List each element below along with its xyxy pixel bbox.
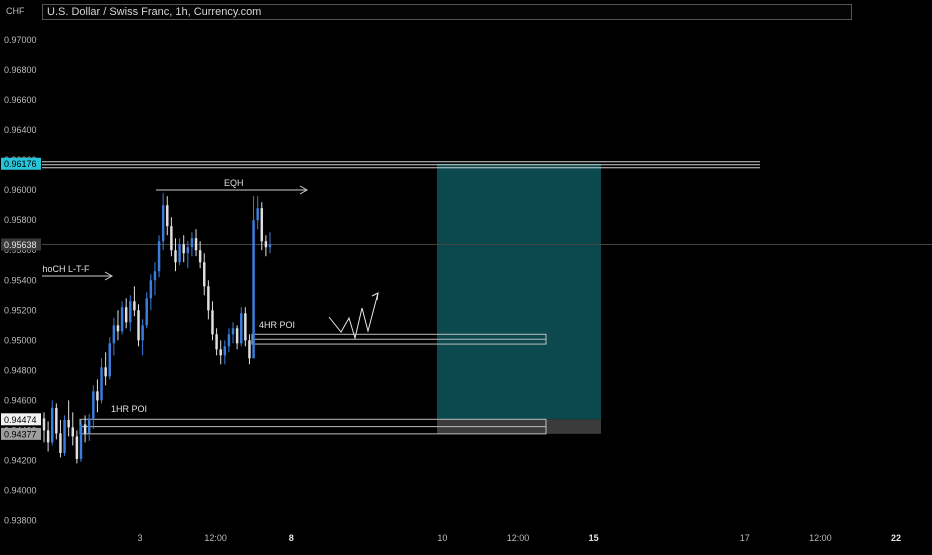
candle <box>71 427 74 437</box>
y-tick-label: 0.95200 <box>4 305 37 315</box>
x-tick-label: 12:00 <box>204 533 227 543</box>
candle <box>256 208 259 221</box>
x-tick-label: 15 <box>589 533 599 543</box>
chart-title: U.S. Dollar / Swiss Franc, 1h, Currency.… <box>47 6 262 18</box>
choch-label: ChoCH L-T-F <box>36 264 90 274</box>
candle <box>223 346 227 356</box>
y-tick-label: 0.93800 <box>4 515 37 525</box>
price-tag-label: 0.94474 <box>4 415 37 425</box>
candle <box>211 310 214 335</box>
candle <box>50 407 54 443</box>
candle <box>129 301 132 323</box>
candle <box>149 280 153 299</box>
candle <box>227 334 231 347</box>
poi-4hr-label: 4HR POI <box>259 320 295 330</box>
candle <box>240 313 243 344</box>
candle <box>235 328 239 344</box>
candle <box>83 424 87 434</box>
projection-path <box>328 292 379 340</box>
candle <box>124 307 128 323</box>
candle <box>215 334 218 350</box>
candle <box>55 407 58 434</box>
currency-unit-label: CHF <box>6 6 25 16</box>
candle <box>87 418 91 434</box>
price-tag-label: 0.94377 <box>4 429 37 439</box>
y-tick-label: 0.96400 <box>4 125 37 135</box>
candle <box>79 424 83 459</box>
candle <box>186 247 190 254</box>
candle <box>178 244 181 263</box>
candle <box>268 244 272 248</box>
candle <box>161 205 165 242</box>
candle <box>46 430 50 443</box>
candle <box>248 340 251 359</box>
y-tick-label: 0.96800 <box>4 65 37 75</box>
candle <box>190 238 194 248</box>
candle <box>133 301 136 311</box>
projection-arrowhead <box>371 292 379 301</box>
symbol-title-bar[interactable]: U.S. Dollar / Swiss Franc, 1h, Currency.… <box>42 4 852 20</box>
candle <box>67 419 70 428</box>
candle <box>137 310 140 341</box>
candle <box>112 325 116 344</box>
candle <box>116 325 120 332</box>
x-tick-label: 3 <box>137 533 142 543</box>
candle <box>145 298 148 326</box>
eqh-label: EQH <box>224 178 244 188</box>
y-tick-label: 0.95800 <box>4 215 37 225</box>
candle <box>63 419 66 453</box>
x-tick-label: 8 <box>289 533 294 543</box>
candle <box>42 418 46 431</box>
x-tick-label: 17 <box>740 533 750 543</box>
candle <box>252 220 255 359</box>
x-tick-label: 12:00 <box>809 533 832 543</box>
candle <box>104 367 107 377</box>
candle <box>141 325 144 341</box>
candle <box>92 391 95 419</box>
y-tick-label: 0.95000 <box>4 335 37 345</box>
candle <box>170 226 173 251</box>
candle <box>59 433 62 453</box>
candle <box>182 244 185 254</box>
candle <box>108 343 111 377</box>
candle <box>157 241 161 272</box>
y-tick-label: 0.96000 <box>4 185 37 195</box>
chart-area[interactable]: EQH ChoCH L-T-F 4HR POI 1HR POI 0.97000 0.968… <box>0 0 932 550</box>
y-tick-label: 0.94000 <box>4 485 37 495</box>
candle <box>219 349 222 356</box>
x-tick-label: 12:00 <box>507 533 530 543</box>
candle <box>231 328 235 335</box>
price-tag-label: 0.96176 <box>4 159 37 169</box>
candle <box>198 250 202 263</box>
candle <box>100 367 103 401</box>
price-tag-label: 0.95638 <box>4 240 37 250</box>
candle <box>96 391 99 401</box>
candle <box>260 208 264 242</box>
y-tick-label: 0.94200 <box>4 455 37 465</box>
y-tick-label: 0.95400 <box>4 275 37 285</box>
y-tick-label: 0.97000 <box>4 35 37 45</box>
candle <box>166 205 169 227</box>
candle <box>174 250 177 263</box>
candle <box>120 307 124 332</box>
target-zone <box>437 163 601 420</box>
x-tick-label: 22 <box>891 533 901 543</box>
candle <box>207 286 210 311</box>
y-tick-label: 0.94600 <box>4 395 37 405</box>
x-tick-label: 10 <box>437 533 447 543</box>
y-tick-label: 0.94800 <box>4 365 37 375</box>
candle <box>153 271 157 281</box>
candle <box>203 262 206 287</box>
candle <box>244 313 247 341</box>
poi-1hr-label: 1HR POI <box>111 404 147 414</box>
candle <box>264 241 268 248</box>
candle <box>194 238 198 251</box>
price-chart[interactable]: EQH ChoCH L-T-F 4HR POI 1HR POI 0.97000 0.968… <box>0 0 932 550</box>
candle <box>75 436 79 459</box>
y-tick-label: 0.96600 <box>4 95 37 105</box>
